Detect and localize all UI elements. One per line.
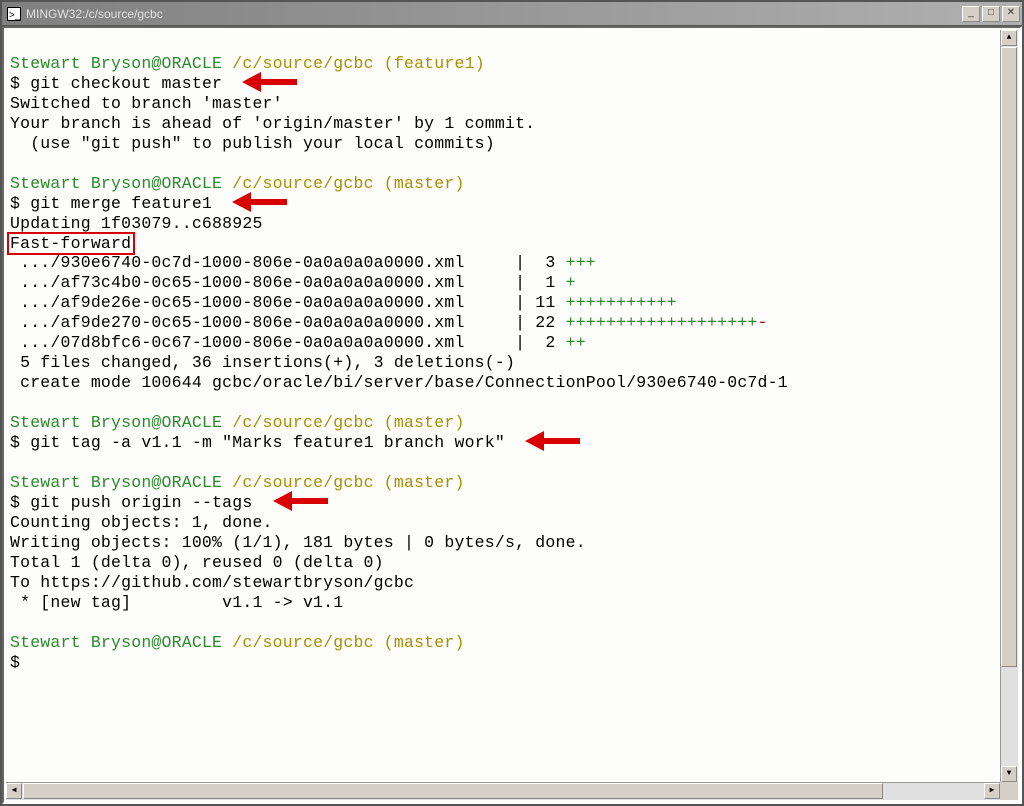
window-title: MINGW32:/c/source/gcbc [26,7,163,21]
prompt-path: /c/source/gcbc (feature1) [232,54,485,73]
shell-prompt: $ [10,194,30,213]
prompt-user: Stewart Bryson@ORACLE [10,633,222,652]
prompt-user: Stewart Bryson@ORACLE [10,54,222,73]
arrow-annotation-icon [242,75,297,89]
scroll-left-button[interactable]: ◀ [6,783,22,799]
prompt-user: Stewart Bryson@ORACLE [10,413,222,432]
minimize-button[interactable]: _ [962,6,980,22]
output-line: Writing objects: 100% (1/1), 181 bytes |… [10,533,586,552]
prompt-user: Stewart Bryson@ORACLE [10,473,222,492]
scroll-right-button[interactable]: ▶ [984,783,1000,799]
output-line: To https://github.com/stewartbryson/gcbc [10,573,414,592]
diff-line: .../07d8bfc6-0c67-1000-806e-0a0a0a0a0000… [10,333,586,352]
scroll-up-button[interactable]: ▲ [1001,30,1017,46]
output-line: Switched to branch 'master' [10,94,283,113]
arrow-annotation-icon [273,494,328,508]
output-line: Updating 1f03079..c688925 [10,214,263,233]
diff-line: .../af9de270-0c65-1000-806e-0a0a0a0a0000… [10,313,768,332]
maximize-button[interactable]: □ [982,6,1000,22]
terminal-output[interactable]: Stewart Bryson@ORACLE /c/source/gcbc (fe… [6,30,1000,782]
command-text: git checkout master [30,74,222,93]
diff-line: .../930e6740-0c7d-1000-806e-0a0a0a0a0000… [10,253,596,272]
diff-line: .../af73c4b0-0c65-1000-806e-0a0a0a0a0000… [10,273,576,292]
scroll-down-button[interactable]: ▼ [1001,766,1017,782]
command-text: git tag -a v1.1 -m "Marks feature1 branc… [30,433,505,452]
output-line: * [new tag] v1.1 -> v1.1 [10,593,343,612]
command-text: git push origin --tags [30,493,252,512]
close-button[interactable]: ✕ [1002,6,1020,22]
scrollbar-corner [1000,782,1018,800]
highlighted-text: Fast-forward [7,232,135,255]
arrow-annotation-icon [525,434,580,448]
output-line: Total 1 (delta 0), reused 0 (delta 0) [10,553,384,572]
horizontal-scroll-thumb[interactable] [23,783,883,799]
vertical-scrollbar[interactable]: ▲ ▼ [1000,30,1018,782]
horizontal-scrollbar[interactable]: ◀ ▶ [6,782,1000,800]
command-text: git merge feature1 [30,194,212,213]
shell-prompt: $ [10,74,30,93]
terminal-container: Stewart Bryson@ORACLE /c/source/gcbc (fe… [2,26,1022,804]
svg-text:>_: >_ [9,10,21,21]
output-line: 5 files changed, 36 insertions(+), 3 del… [10,353,515,372]
output-line: Your branch is ahead of 'origin/master' … [10,114,535,133]
shell-prompt: $ [10,653,30,672]
prompt-path: /c/source/gcbc (master) [232,473,464,492]
window-titlebar: >_ MINGW32:/c/source/gcbc _ □ ✕ [2,2,1022,26]
arrow-annotation-icon [232,195,287,209]
prompt-user: Stewart Bryson@ORACLE [10,174,222,193]
shell-prompt: $ [10,493,30,512]
output-line: (use "git push" to publish your local co… [10,134,495,153]
shell-prompt: $ [10,433,30,452]
prompt-path: /c/source/gcbc (master) [232,633,464,652]
prompt-path: /c/source/gcbc (master) [232,174,464,193]
output-line: Counting objects: 1, done. [10,513,273,532]
prompt-path: /c/source/gcbc (master) [232,413,464,432]
vertical-scroll-thumb[interactable] [1001,47,1017,667]
diff-line: .../af9de26e-0c65-1000-806e-0a0a0a0a0000… [10,293,677,312]
output-line: create mode 100644 gcbc/oracle/bi/server… [10,373,788,392]
app-icon: >_ [6,6,22,22]
